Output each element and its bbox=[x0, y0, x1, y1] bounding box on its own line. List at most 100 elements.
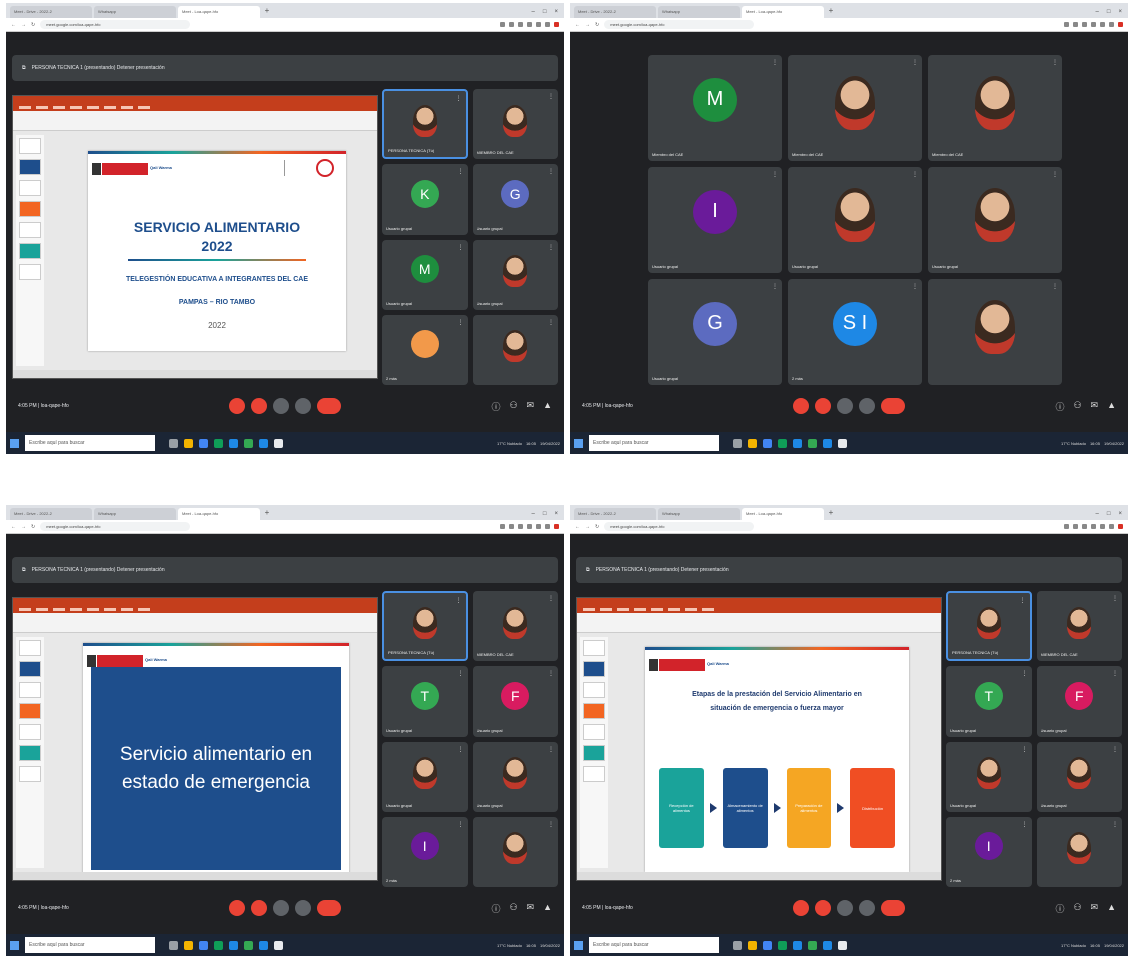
info-icon[interactable]: ⓘ bbox=[491, 400, 500, 413]
captions-button[interactable] bbox=[273, 900, 289, 916]
participant-tile[interactable]: 2 más ⋮ bbox=[382, 314, 468, 385]
extension-icon[interactable] bbox=[554, 524, 559, 529]
participant-tile[interactable]: MIEMBRO DEL CAE ⋮ bbox=[472, 591, 558, 662]
close-button[interactable]: × bbox=[554, 511, 558, 517]
more-options-button[interactable] bbox=[295, 398, 311, 414]
more-options-icon[interactable]: ⋮ bbox=[548, 595, 554, 602]
maximize-button[interactable]: □ bbox=[1107, 9, 1111, 15]
participant-tile[interactable]: Usuario grupal ⋮ bbox=[788, 167, 922, 273]
more-options-icon[interactable]: ⋮ bbox=[458, 168, 464, 175]
browser-tab[interactable]: Meet - Loa-qape-hfo bbox=[178, 508, 260, 520]
people-icon[interactable]: ⚇ bbox=[509, 400, 517, 413]
more-options-icon[interactable]: ⋮ bbox=[1022, 746, 1028, 753]
participant-tile[interactable]: Usuario grupal ⋮ bbox=[382, 741, 468, 812]
url-input[interactable]: meet.google.com/loa-qape-hfo bbox=[40, 522, 191, 531]
camera-off-button[interactable] bbox=[251, 398, 267, 414]
url-input[interactable]: meet.google.com/loa-qape-hfo bbox=[604, 20, 755, 29]
extension-icon[interactable] bbox=[1082, 524, 1087, 529]
taskbar-app-icon[interactable] bbox=[229, 438, 238, 448]
taskbar-app-icon[interactable] bbox=[793, 438, 802, 448]
participant-tile[interactable]: ⋮ bbox=[472, 314, 558, 385]
camera-off-button[interactable] bbox=[815, 900, 831, 916]
extension-icon[interactable] bbox=[545, 524, 550, 529]
activities-icon[interactable]: ▲ bbox=[543, 400, 552, 413]
activities-icon[interactable]: ▲ bbox=[543, 902, 552, 915]
maximize-button[interactable]: □ bbox=[543, 511, 547, 517]
participant-tile[interactable]: Usuario grupal ⋮ bbox=[472, 741, 558, 812]
leave-call-button[interactable] bbox=[317, 900, 341, 916]
taskbar-app-icon[interactable] bbox=[184, 438, 193, 448]
more-options-icon[interactable]: ⋮ bbox=[458, 244, 464, 251]
browser-tab[interactable]: Meet - Drive - 2022-2 bbox=[574, 6, 656, 18]
leave-call-button[interactable] bbox=[881, 398, 905, 414]
windows-start-icon[interactable] bbox=[10, 438, 19, 448]
taskbar-app-icon[interactable] bbox=[763, 940, 772, 950]
taskbar-app-icon[interactable] bbox=[838, 940, 847, 950]
more-options-icon[interactable]: ⋮ bbox=[1112, 595, 1118, 602]
extension-icon[interactable] bbox=[545, 22, 550, 27]
browser-tab[interactable]: Whatsapp bbox=[94, 6, 176, 18]
more-options-icon[interactable]: ⋮ bbox=[548, 168, 554, 175]
taskbar-app-icon[interactable] bbox=[808, 940, 817, 950]
extension-icon[interactable] bbox=[509, 524, 514, 529]
weather-widget[interactable]: 17°C Nublado bbox=[1061, 943, 1086, 948]
participant-tile[interactable]: K Usuario grupal ⋮ bbox=[382, 164, 468, 235]
participant-tile[interactable]: I 2 más ⋮ bbox=[382, 816, 468, 887]
more-options-button[interactable] bbox=[859, 398, 875, 414]
more-options-icon[interactable]: ⋮ bbox=[1112, 670, 1118, 677]
chat-icon[interactable]: ✉ bbox=[1091, 400, 1099, 413]
taskbar-search-input[interactable]: Escribe aquí para buscar bbox=[589, 435, 719, 451]
minimize-button[interactable]: – bbox=[1096, 9, 1099, 15]
leave-call-button[interactable] bbox=[317, 398, 341, 414]
back-icon[interactable]: ← bbox=[11, 22, 16, 28]
extension-icon[interactable] bbox=[1091, 524, 1096, 529]
participant-tile[interactable]: Usuario grupal ⋮ bbox=[946, 741, 1032, 812]
people-icon[interactable]: ⚇ bbox=[1073, 902, 1081, 915]
captions-button[interactable] bbox=[273, 398, 289, 414]
info-icon[interactable]: ⓘ bbox=[1055, 400, 1064, 413]
taskbar-app-icon[interactable] bbox=[169, 940, 178, 950]
taskbar-app-icon[interactable] bbox=[808, 438, 817, 448]
extension-icon[interactable] bbox=[527, 524, 532, 529]
extension-icon[interactable] bbox=[1064, 524, 1069, 529]
taskbar-app-icon[interactable] bbox=[229, 940, 238, 950]
taskbar-app-icon[interactable] bbox=[733, 438, 742, 448]
camera-off-button[interactable] bbox=[815, 398, 831, 414]
activities-icon[interactable]: ▲ bbox=[1107, 400, 1116, 413]
more-options-icon[interactable]: ⋮ bbox=[912, 283, 918, 290]
leave-call-button[interactable] bbox=[881, 900, 905, 916]
taskbar-app-icon[interactable] bbox=[778, 438, 787, 448]
more-options-icon[interactable]: ⋮ bbox=[458, 746, 464, 753]
minimize-button[interactable]: – bbox=[532, 9, 535, 15]
extension-icon[interactable] bbox=[1064, 22, 1069, 27]
participant-tile[interactable]: F Usuario grupal ⋮ bbox=[472, 666, 558, 737]
forward-icon[interactable]: → bbox=[21, 524, 26, 530]
extension-icon[interactable] bbox=[500, 524, 505, 529]
back-icon[interactable]: ← bbox=[575, 22, 580, 28]
taskbar-app-icon[interactable] bbox=[259, 438, 268, 448]
more-options-icon[interactable]: ⋮ bbox=[548, 670, 554, 677]
new-tab-button[interactable]: + bbox=[826, 6, 836, 18]
browser-tab[interactable]: Meet - Loa-qape-hfo bbox=[178, 6, 260, 18]
chat-icon[interactable]: ✉ bbox=[1091, 902, 1099, 915]
participant-tile[interactable]: Usuario grupal ⋮ bbox=[1036, 741, 1122, 812]
url-input[interactable]: meet.google.com/loa-qape-hfo bbox=[604, 522, 755, 531]
taskbar-app-icon[interactable] bbox=[793, 940, 802, 950]
maximize-button[interactable]: □ bbox=[1107, 511, 1111, 517]
reload-icon[interactable]: ↻ bbox=[31, 22, 35, 28]
participant-tile[interactable]: G Usuario grupal ⋮ bbox=[648, 279, 782, 385]
taskbar-app-icon[interactable] bbox=[274, 438, 283, 448]
taskbar-app-icon[interactable] bbox=[763, 438, 772, 448]
extension-icon[interactable] bbox=[1118, 22, 1123, 27]
extension-icon[interactable] bbox=[527, 22, 532, 27]
taskbar-app-icon[interactable] bbox=[199, 940, 208, 950]
extension-icon[interactable] bbox=[509, 22, 514, 27]
participant-tile[interactable]: Miembro del CAE ⋮ bbox=[788, 55, 922, 161]
more-options-icon[interactable]: ⋮ bbox=[772, 171, 778, 178]
camera-off-button[interactable] bbox=[251, 900, 267, 916]
more-options-button[interactable] bbox=[295, 900, 311, 916]
back-icon[interactable]: ← bbox=[11, 524, 16, 530]
taskbar-app-icon[interactable] bbox=[748, 940, 757, 950]
mic-off-button[interactable] bbox=[229, 900, 245, 916]
extension-icon[interactable] bbox=[518, 524, 523, 529]
